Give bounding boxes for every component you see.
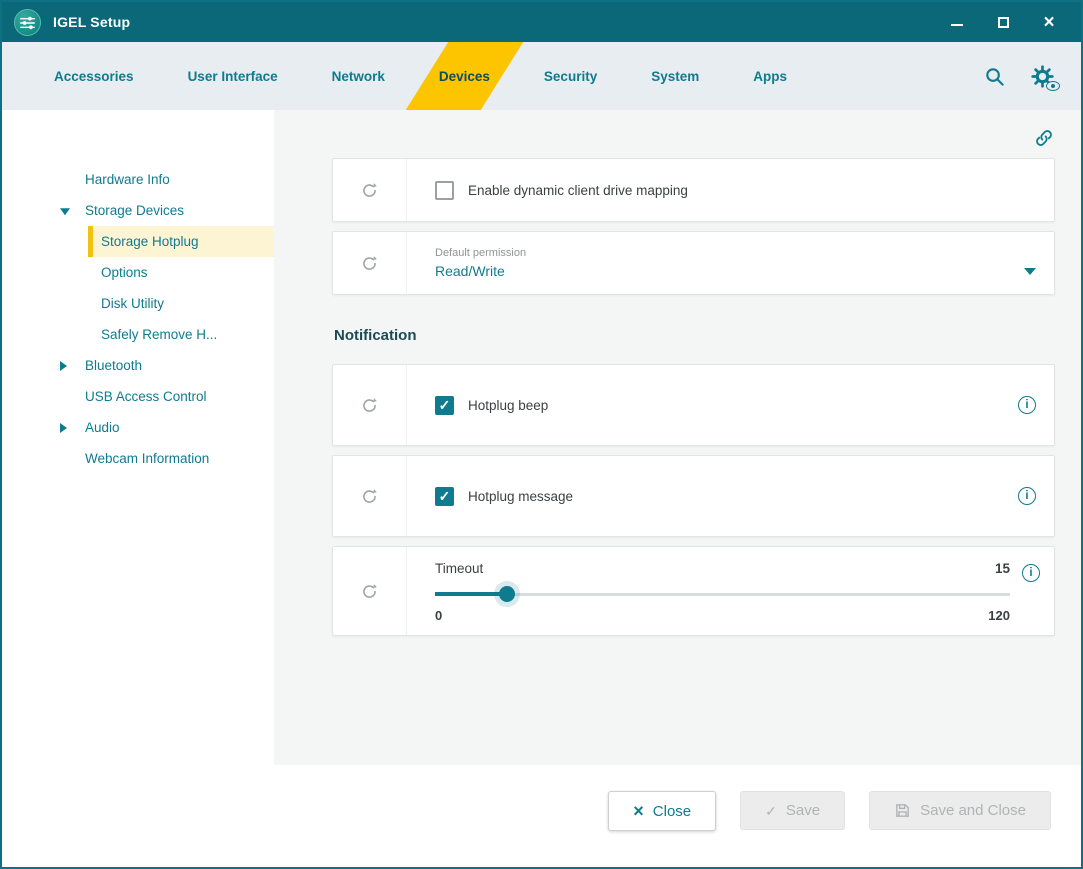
link-icon[interactable] [1033,124,1055,152]
tab-network[interactable]: Network [328,42,389,110]
igel-logo-icon [14,9,41,36]
reset-parameter-button[interactable] [333,159,407,221]
sidebar-item-disk-utility[interactable]: Disk Utility [2,288,274,319]
save-button[interactable]: ✓ Save [740,791,845,830]
search-icon[interactable] [983,65,1006,88]
tab-apps[interactable]: Apps [749,42,791,110]
hotplug-message-checkbox[interactable] [435,487,454,506]
sidebar-item-webcam-information[interactable]: Webcam Information [2,443,274,474]
default-permission-value: Read/Write [435,263,505,279]
sidebar-item-safely-remove[interactable]: Safely Remove H... [2,319,274,350]
hotplug-beep-label: Hotplug beep [468,398,548,413]
chevron-collapsed-icon [60,423,67,433]
reset-parameter-button[interactable] [333,365,407,445]
timeout-value: 15 [995,561,1010,576]
info-icon[interactable] [1018,396,1036,414]
info-icon[interactable] [1018,487,1036,505]
timeout-max: 120 [988,608,1010,623]
drive-mapping-checkbox[interactable] [435,181,454,200]
sidebar: Hardware Info Storage Devices Storage Ho… [2,110,274,765]
close-icon: × [1043,13,1054,32]
setting-row-default-permission: Default permission Read/Write [332,231,1055,295]
notification-section-title: Notification [334,327,1055,344]
info-icon[interactable] [1022,564,1040,582]
setting-row-timeout: Timeout 15 0 120 [332,546,1055,636]
minimize-button[interactable] [949,14,965,30]
tab-devices[interactable]: Devices [435,42,494,110]
footer: × Close ✓ Save Save and Close [2,765,1081,867]
timeout-slider[interactable] [435,585,1010,603]
close-x-icon: × [633,802,644,820]
timeout-label: Timeout [435,561,483,576]
maximize-icon [998,17,1009,28]
sidebar-item-hardware-info[interactable]: Hardware Info [2,164,274,195]
close-button[interactable]: × Close [608,791,716,831]
floppy-icon [894,802,911,819]
gear-eye-icon[interactable] [1030,64,1055,89]
window-controls: × [949,14,1065,30]
chevron-collapsed-icon [60,361,67,371]
tab-system[interactable]: System [647,42,703,110]
tab-security[interactable]: Security [540,42,601,110]
sidebar-item-storage-hotplug[interactable]: Storage Hotplug [88,226,274,257]
default-permission-label: Default permission [435,247,1036,259]
reset-parameter-button[interactable] [333,547,407,635]
titlebar: IGEL Setup × [2,2,1081,42]
slider-fill [435,592,507,596]
hotplug-beep-checkbox[interactable] [435,396,454,415]
settings-panel: Enable dynamic client drive mapping Defa… [274,110,1081,765]
maximize-button[interactable] [995,14,1011,30]
slider-thumb[interactable] [499,586,515,602]
close-window-button[interactable]: × [1041,14,1057,30]
minimize-icon [951,24,963,26]
sidebar-item-options[interactable]: Options [2,257,274,288]
default-permission-select[interactable]: Default permission Read/Write [435,232,1036,294]
tab-accessories[interactable]: Accessories [50,42,138,110]
sidebar-item-audio[interactable]: Audio [2,412,274,443]
chevron-down-icon [1024,268,1036,275]
window-title: IGEL Setup [53,14,130,30]
sidebar-item-bluetooth[interactable]: Bluetooth [2,350,274,381]
drive-mapping-label: Enable dynamic client drive mapping [468,183,688,198]
chevron-expanded-icon [60,208,70,215]
eye-icon [1046,81,1060,91]
setting-row-hotplug-message: Hotplug message [332,455,1055,537]
igel-setup-window: IGEL Setup × Accessories User Interface … [0,0,1083,869]
setting-row-drive-mapping: Enable dynamic client drive mapping [332,158,1055,222]
timeout-min: 0 [435,608,442,623]
slider-track[interactable] [435,593,1010,596]
tab-user-interface[interactable]: User Interface [184,42,282,110]
check-icon: ✓ [765,804,777,818]
sidebar-item-usb-access-control[interactable]: USB Access Control [2,381,274,412]
reset-parameter-button[interactable] [333,232,407,294]
setting-row-hotplug-beep: Hotplug beep [332,364,1055,446]
hotplug-message-label: Hotplug message [468,489,573,504]
save-and-close-button[interactable]: Save and Close [869,791,1051,830]
reset-parameter-button[interactable] [333,456,407,536]
tab-bar: Accessories User Interface Network Devic… [2,42,1081,110]
sidebar-item-storage-devices[interactable]: Storage Devices [2,195,274,226]
